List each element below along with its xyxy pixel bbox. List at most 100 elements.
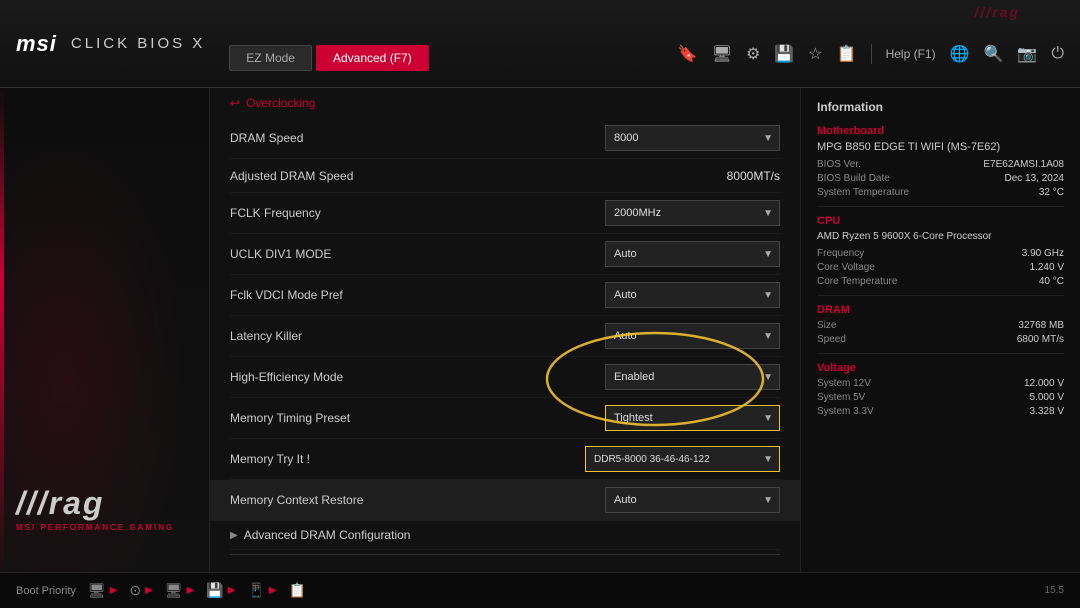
right-panel: Information Motherboard MPG B850 EDGE TI…	[800, 88, 1080, 572]
dram-speed-dropdown[interactable]: 8000 ▼	[605, 125, 780, 151]
bios-ver-key: BIOS Ver.	[817, 159, 861, 170]
latency-killer-dropdown-text: Auto	[614, 330, 637, 342]
fclk-dropdown[interactable]: 2000MHz ▼	[605, 200, 780, 226]
memory-context-restore-dropdown-text: Auto	[614, 494, 637, 506]
camera-icon[interactable]: 📷	[1017, 44, 1037, 64]
adjusted-dram-speed-text: 8000MT/s	[605, 169, 780, 183]
help-text[interactable]: Help (F1)	[886, 47, 936, 61]
sys5v-key: System 5V	[817, 392, 865, 403]
mag-brand-logo: ///rag	[16, 487, 174, 519]
breadcrumb-icon: ↩	[230, 96, 240, 110]
core-volt-row: Core Voltage 1.240 V	[817, 262, 1064, 273]
advanced-dram-config-label: Advanced DRAM Configuration	[244, 528, 411, 542]
cpu-subtitle: CPU	[817, 215, 1064, 227]
memory-timing-preset-dropdown[interactable]: Tightest ▼	[605, 405, 780, 431]
fclk-vdci-dropdown[interactable]: Auto ▼	[605, 282, 780, 308]
dram-speed-panel-value: 6800 MT/s	[1017, 334, 1064, 345]
dram-speed-panel-key: Speed	[817, 334, 846, 345]
memory-try-it-value: DDR5-8000 36-46-46-122 ▼	[585, 446, 780, 472]
uclk-dropdown[interactable]: Auto ▼	[605, 241, 780, 267]
boot-arrow-3: ▶	[187, 585, 195, 596]
breadcrumb-text: Overclocking	[246, 96, 315, 110]
fclk-vdci-value: Auto ▼	[605, 282, 780, 308]
dram-speed-row: DRAM Speed 8000 ▼	[230, 118, 780, 159]
uclk-dropdown-text: Auto	[614, 248, 637, 260]
sys33v-value: 3.328 V	[1030, 406, 1064, 417]
boot-icon-4: 💾	[206, 582, 223, 599]
fclk-value: 2000MHz ▼	[605, 200, 780, 226]
globe-icon[interactable]: 🌐	[950, 44, 970, 64]
latency-killer-row: Latency Killer Auto ▼	[230, 316, 780, 357]
voltage-setting-section: Voltage Setting	[230, 559, 780, 572]
boot-item-3: 🖥 ▶	[165, 582, 194, 599]
fclk-vdci-label: Fclk VDCI Mode Pref	[230, 288, 605, 302]
memory-timing-preset-arrow-icon: ▼	[763, 413, 773, 424]
boot-item-4: 💾 ▶	[206, 582, 235, 599]
favorites-icon[interactable]: 🔖	[678, 44, 698, 64]
high-efficiency-dropdown[interactable]: Enabled ▼	[605, 364, 780, 390]
star-icon[interactable]: ☆	[808, 44, 822, 64]
core-temp-row: Core Temperature 40 °C	[817, 276, 1064, 287]
fclk-vdci-arrow-icon: ▼	[763, 290, 773, 301]
boot-item-2: ⊙ ▶	[129, 582, 152, 599]
drive-icon[interactable]: 💾	[774, 44, 794, 64]
dram-size-row: Size 32768 MB	[817, 320, 1064, 331]
dram-speed-value: 8000 ▼	[605, 125, 780, 151]
dram-speed-label: DRAM Speed	[230, 131, 605, 145]
display-icon[interactable]: 🖥	[712, 44, 732, 64]
cpu-name: AMD Ryzen 5 9600X 6-Core Processor	[817, 231, 1064, 242]
dram-subtitle: DRAM	[817, 304, 1064, 316]
voltage-setting-label: Voltage Setting	[230, 571, 316, 572]
section-divider	[230, 554, 780, 555]
main-content: ///rag MSI PERFORMANCE GAMING ↩ Overcloc…	[0, 88, 1080, 572]
motherboard-name: MPG B850 EDGE TI WIFI (MS-7E62)	[817, 141, 1064, 153]
adjusted-dram-speed-row: Adjusted DRAM Speed 8000MT/s	[230, 159, 780, 193]
search-icon[interactable]: 🔍	[984, 44, 1004, 64]
mag-brand: ///rag MSI PERFORMANCE GAMING	[16, 487, 174, 532]
dram-speed-panel-row: Speed 6800 MT/s	[817, 334, 1064, 345]
freq-value: 3.90 GHz	[1022, 248, 1064, 259]
header-icons: 🔖 🖥 ⚙ 💾 ☆ 📋 Help (F1) 🌐 🔍 📷 ⏻	[678, 44, 1064, 64]
bios-build-value: Dec 13, 2024	[1005, 173, 1065, 184]
panel-divider-1	[817, 206, 1064, 207]
expand-icon: ▶	[230, 530, 238, 541]
fclk-row: FCLK Frequency 2000MHz ▼	[230, 193, 780, 234]
fclk-vdci-row: Fclk VDCI Mode Pref Auto ▼	[230, 275, 780, 316]
memory-try-it-dropdown-text: DDR5-8000 36-46-46-122	[594, 454, 710, 465]
boot-item-5: 📱 ▶	[247, 582, 276, 599]
left-sidebar: ///rag MSI PERFORMANCE GAMING	[0, 88, 210, 572]
voltage-subtitle: Voltage	[817, 362, 1064, 374]
fclk-dropdown-text: 2000MHz	[614, 207, 661, 219]
bios-title: CLICK BIOS X	[71, 35, 205, 52]
memory-context-restore-row: Memory Context Restore Auto ▼	[210, 480, 800, 521]
sys12v-value: 12.000 V	[1024, 378, 1064, 389]
panel-divider-2	[817, 295, 1064, 296]
sys33v-row: System 3.3V 3.328 V	[817, 406, 1064, 417]
advanced-mode-button[interactable]: Advanced (F7)	[316, 45, 429, 71]
advanced-dram-config-row[interactable]: ▶ Advanced DRAM Configuration	[230, 521, 780, 550]
dram-size-value: 32768 MB	[1018, 320, 1064, 331]
uclk-value: Auto ▼	[605, 241, 780, 267]
boot-item-6: 📋	[289, 582, 306, 599]
sys12v-row: System 12V 12.000 V	[817, 378, 1064, 389]
ez-mode-button[interactable]: EZ Mode	[229, 45, 312, 71]
memory-context-restore-dropdown[interactable]: Auto ▼	[605, 487, 780, 513]
sys33v-key: System 3.3V	[817, 406, 874, 417]
sidebar-accent	[0, 88, 4, 572]
save-icon[interactable]: 📋	[837, 44, 857, 64]
uclk-row: UCLK DIV1 MODE Auto ▼	[230, 234, 780, 275]
high-efficiency-label: High-Efficiency Mode	[230, 370, 605, 384]
boot-arrow-4: ▶	[228, 585, 236, 596]
boot-icon-5: 📱	[247, 582, 264, 599]
settings-icon[interactable]: ⚙	[746, 44, 760, 64]
high-efficiency-value: Enabled ▼	[605, 364, 780, 390]
power-icon[interactable]: ⏻	[1051, 45, 1064, 63]
msi-logo: msi	[16, 31, 57, 57]
header: msi CLICK BIOS X EZ Mode Advanced (F7) 🔖…	[0, 0, 1080, 88]
memory-timing-preset-label: Memory Timing Preset	[230, 411, 605, 425]
core-temp-key: Core Temperature	[817, 276, 897, 287]
latency-killer-dropdown[interactable]: Auto ▼	[605, 323, 780, 349]
core-volt-value: 1.240 V	[1030, 262, 1064, 273]
memory-try-it-dropdown[interactable]: DDR5-8000 36-46-46-122 ▼	[585, 446, 780, 472]
boot-icon-2: ⊙	[129, 582, 141, 599]
